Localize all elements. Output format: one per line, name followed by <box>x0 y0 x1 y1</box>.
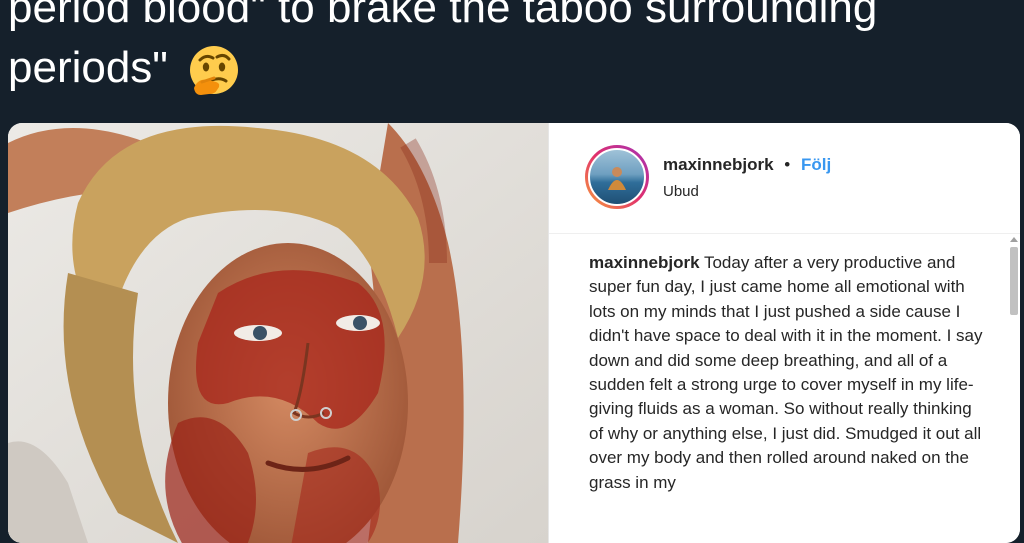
separator-dot: • <box>784 155 791 174</box>
thinking-face-icon <box>186 44 242 100</box>
tweet-text-line-1: period blood" to brake the taboo surroun… <box>8 0 878 32</box>
avatar-photo <box>588 148 646 206</box>
instagram-embed-card[interactable]: maxinnebjork • Följ Ubud maxinnebjork To… <box>8 123 1020 543</box>
avatar[interactable] <box>585 145 649 209</box>
caption-username[interactable]: maxinnebjork <box>589 253 700 272</box>
caption-scrollbar[interactable] <box>1009 237 1019 543</box>
tweet-text-line-2-row: periods" <box>8 38 877 98</box>
follow-button[interactable]: Följ <box>801 155 831 174</box>
post-location[interactable]: Ubud <box>663 183 699 200</box>
tweet-text-line-2: periods" <box>8 43 168 92</box>
tweet-text: period blood" to brake the taboo surroun… <box>8 0 877 98</box>
user-line: maxinnebjork • Följ <box>663 155 831 175</box>
woman-face-covered-in-red-photo[interactable] <box>8 123 548 543</box>
scroll-up-arrow-icon[interactable] <box>1010 237 1018 242</box>
post-header: maxinnebjork • Följ Ubud <box>549 123 1020 234</box>
caption-text: Today after a very productive and super … <box>589 253 983 492</box>
instagram-post-panel: maxinnebjork • Följ Ubud maxinnebjork To… <box>548 123 1020 543</box>
post-username[interactable]: maxinnebjork <box>663 155 774 174</box>
scrollbar-thumb[interactable] <box>1010 247 1018 315</box>
post-caption: maxinnebjork Today after a very producti… <box>589 251 989 495</box>
